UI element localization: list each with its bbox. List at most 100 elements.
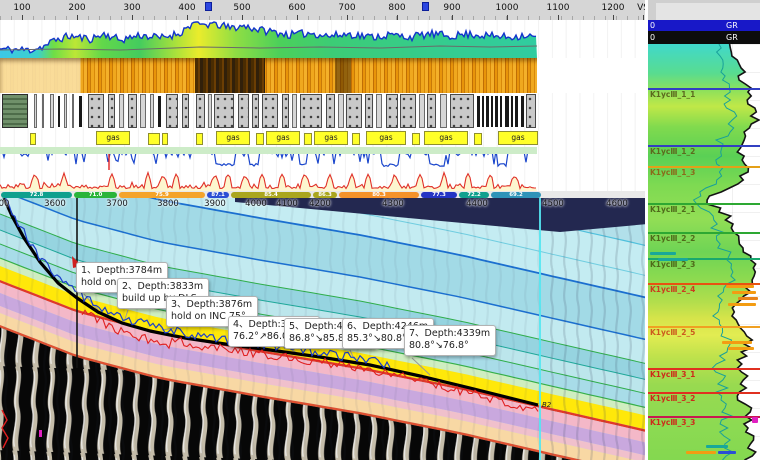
right-panel-header-tab (648, 0, 760, 20)
gas-flag: gas (314, 131, 348, 145)
gas-flag: gas (96, 131, 130, 145)
vs-ruler-label: 1200 (602, 3, 625, 13)
gas-flag-small (30, 133, 36, 145)
image-log-dark-zone (335, 58, 351, 93)
vs-ruler-label: 1000 (496, 3, 519, 13)
litho-block (182, 94, 189, 128)
type-well-gr-panel[interactable]: K1ycⅢ_1_1K1ycⅢ_1_2K1ycⅢ_1_3K1ycⅢ_2_1K1yc… (648, 44, 760, 460)
inclination-segment: 86.3 (313, 192, 337, 198)
depth-label: 4000 (245, 199, 267, 209)
formation-top-label: K1ycⅢ_2_1 (650, 205, 695, 214)
depth-label: 4400 (466, 199, 488, 209)
litho-block (119, 94, 124, 128)
litho-block (2, 94, 28, 128)
litho-block (238, 94, 249, 128)
depth-label: 4500 (542, 199, 564, 209)
gas-flag: gas (266, 131, 300, 145)
annotation-depth: 2、Depth:3833m (122, 281, 203, 293)
depth-label: 3900 (204, 199, 226, 209)
litho-block (300, 94, 322, 128)
inclination-segment: 80.3 (339, 192, 419, 198)
litho-block (108, 94, 115, 128)
litho-block (486, 96, 489, 127)
interval-flag (722, 341, 752, 344)
gas-show-track: gasgasgasgasgasgasgas (0, 130, 645, 148)
litho-block (34, 94, 37, 128)
annotation-depth: 1、Depth:3784m (81, 265, 162, 277)
interval-flag (650, 252, 676, 255)
vs-ruler: 100200300400500600700800900100011001200V… (0, 0, 648, 21)
vs-ruler-label: 400 (178, 3, 195, 13)
litho-block (282, 94, 289, 128)
litho-block (346, 94, 362, 128)
ruler-marker-icon (205, 2, 212, 11)
image-log-dark-zone (195, 58, 265, 93)
vs-ruler-label: 500 (233, 3, 250, 13)
litho-block (292, 94, 297, 128)
gas-flag-small (196, 133, 203, 145)
gas-flag-small (148, 133, 160, 145)
litho-block (427, 94, 436, 128)
vs-ruler-label: 300 (123, 3, 140, 13)
litho-block (365, 94, 373, 128)
litho-block (158, 96, 161, 127)
litho-block (50, 94, 54, 128)
gas-flag-small (412, 133, 420, 145)
litho-block (326, 94, 335, 128)
litho-block (128, 94, 137, 128)
litho-block (511, 96, 513, 127)
scale-min: 0 (650, 21, 655, 30)
depth-label: 3800 (157, 199, 179, 209)
interval-flag (752, 417, 758, 423)
pick-marker (39, 430, 42, 437)
red-log-track (0, 171, 645, 192)
inclination-segment: 87.1 (207, 192, 229, 198)
litho-block (521, 96, 524, 127)
inclination-segment: 77.3 (421, 192, 457, 198)
formation-top-label: K1ycⅢ_1_2 (650, 147, 695, 156)
image-log-track (0, 58, 645, 94)
litho-block (505, 96, 509, 127)
gas-flag-small (304, 133, 312, 145)
gas-flag-small (256, 133, 264, 145)
interval-flag (728, 303, 756, 306)
gr-curve-track (0, 20, 645, 59)
gas-flag-small (352, 133, 360, 145)
gas-flag: gas (424, 131, 468, 145)
formation-top-label: K1ycⅢ_3_2 (650, 394, 695, 403)
litho-block (386, 94, 398, 128)
inclination-segment: 72.2 (459, 192, 489, 198)
cross-section-canvas[interactable]: 0036003700380039004000410042004300440045… (0, 198, 645, 460)
geosteering-app: 100200300400500600700800900100011001200V… (0, 0, 760, 460)
litho-block (526, 94, 536, 128)
formation-top-label: K1ycⅢ_3_1 (650, 370, 695, 379)
inclination-segment: 69.2 (491, 192, 541, 198)
blue-log-track (0, 147, 645, 172)
litho-block (500, 96, 502, 127)
vs-ruler-label: 800 (388, 3, 405, 13)
formation-top-label: K1ycⅢ_2_4 (650, 285, 695, 294)
litho-block (208, 94, 212, 128)
litho-block (150, 94, 154, 128)
lithology-track (0, 93, 645, 131)
gas-flag: gas (216, 131, 250, 145)
litho-block (338, 94, 344, 128)
gas-flag-small (474, 133, 482, 145)
formation-top-label: K1ycⅢ_1_1 (650, 90, 695, 99)
interval-flag (732, 291, 756, 294)
interval-flag (658, 258, 688, 261)
track-band (0, 147, 537, 154)
litho-block (196, 94, 205, 128)
gr-curve-plot (0, 20, 645, 58)
litho-block (477, 96, 480, 127)
litho-block (400, 94, 416, 128)
annotation-box[interactable]: 7、Depth:4339m80.8°↘76.8° (404, 325, 496, 356)
litho-block (166, 94, 178, 128)
inclination-segment: 85.4 (231, 192, 311, 198)
litho-block (252, 94, 259, 128)
interval-flag (686, 451, 716, 454)
litho-block (140, 94, 146, 128)
formation-top-label: K1ycⅢ_2_2 (650, 234, 695, 243)
litho-block (482, 96, 484, 127)
litho-block (42, 94, 44, 128)
